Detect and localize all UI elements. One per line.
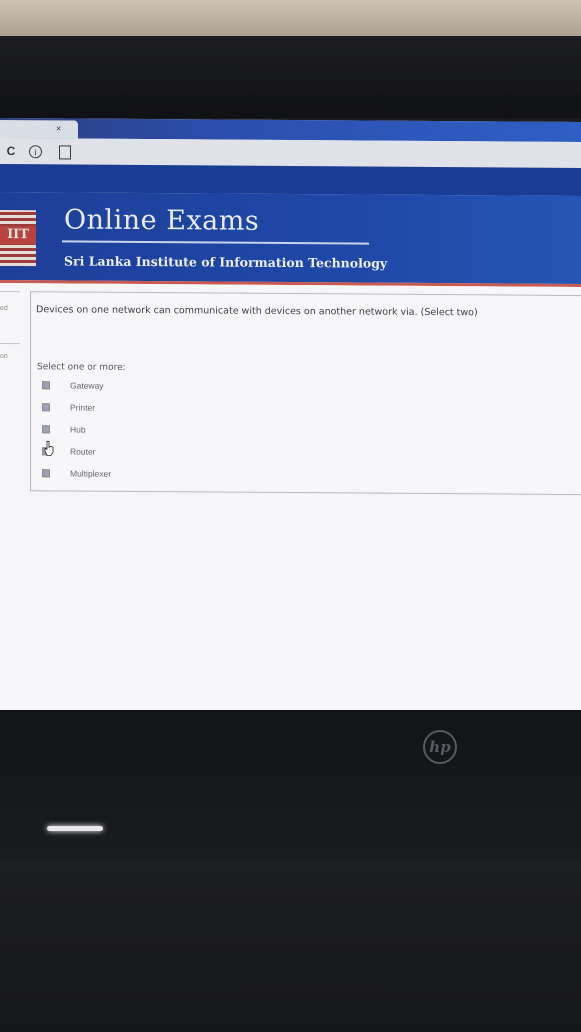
header-bar [0,164,581,197]
checkbox[interactable] [42,403,50,412]
sidebar-divider [0,343,20,345]
option-label: Router [70,446,96,457]
browser-tab[interactable]: × [0,120,78,139]
option-printer[interactable]: Printer [42,402,96,413]
logo-text: IIT [0,226,36,245]
laptop-bottom-bezel [0,710,581,860]
power-indicator-light [47,826,103,831]
info-icon[interactable]: i [29,145,42,159]
question-text: Devices on one network can communicate w… [36,304,478,319]
hand-cursor-icon [44,440,54,456]
sidebar-fragment[interactable]: ed [0,305,8,312]
option-label: Gateway [70,380,104,391]
option-label: Hub [70,424,86,435]
checkbox[interactable] [42,469,50,478]
option-label: Printer [70,402,96,413]
title-divider [62,240,369,245]
laptop-keyboard [0,860,581,1032]
site-title: Online Exams [64,204,260,237]
main-content: ed on Devices on one network can communi… [0,283,581,718]
site-subtitle: Sri Lanka Institute of Information Techn… [64,253,388,271]
reload-icon[interactable]: C [4,144,18,158]
option-gateway[interactable]: Gateway [42,380,104,391]
site-banner: IIT Online Exams Sri Lanka Institute of … [0,192,581,288]
laptop-top-bezel [0,36,581,118]
laptop-screen: × C i IIT Online Exams Sri Lanka Institu… [0,118,581,718]
checkbox[interactable] [42,381,50,390]
option-hub[interactable]: Hub [42,424,86,435]
option-label: Multiplexer [70,468,112,479]
hp-logo: hp [423,730,457,764]
option-multiplexer[interactable]: Multiplexer [42,468,112,479]
sliit-logo[interactable]: IIT [0,210,36,267]
question-box: Devices on one network can communicate w… [30,291,581,496]
answer-prompt: Select one or more: [37,362,126,373]
sidebar-divider [0,291,20,293]
sidebar-fragment[interactable]: on [0,353,8,360]
tab-close-icon[interactable]: × [56,123,61,133]
background-wall [0,0,581,40]
checkbox[interactable] [42,425,50,434]
page-icon[interactable] [59,145,71,160]
